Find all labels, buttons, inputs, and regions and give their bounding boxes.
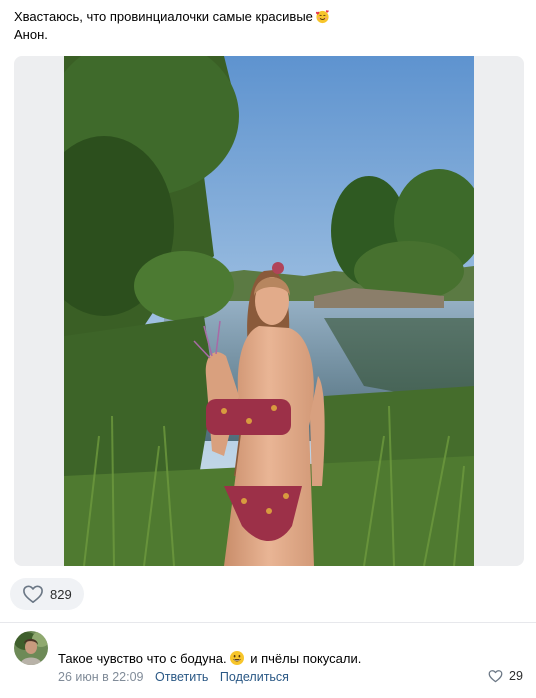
comment-share-link[interactable]: Поделиться: [220, 670, 289, 684]
post-photo[interactable]: [64, 56, 474, 566]
post-like-count: 829: [50, 586, 72, 602]
heart-outline-icon: [23, 585, 43, 603]
post-text-main: Хвастаюсь, что провинциалочки самые крас…: [14, 9, 313, 24]
avatar-image: [14, 631, 48, 665]
comment-like-button[interactable]: 29: [488, 669, 523, 683]
comment-date[interactable]: 26 июн в 22:09: [58, 670, 144, 684]
comment-text: Такое чувство что с бодуна. и пчёлы поку…: [58, 650, 361, 667]
post-text-line-2: Анон.: [14, 27, 48, 42]
grinning-face-icon: [229, 651, 244, 665]
comment-text-part1: Такое чувство что с бодуна.: [58, 651, 227, 666]
smiling-face-with-hearts-icon: [315, 10, 329, 24]
comment-text-part2: и пчёлы покусали.: [246, 651, 362, 666]
comment-author-avatar[interactable]: [14, 631, 48, 665]
post-like-button[interactable]: 829: [10, 578, 84, 610]
comment-meta: 26 июн в 22:09 Ответить Поделиться: [58, 669, 289, 685]
comment-reply-link[interactable]: Ответить: [155, 670, 208, 684]
heart-outline-icon: [488, 670, 503, 683]
post-photo-frame[interactable]: [14, 56, 524, 566]
post-text: Хвастаюсь, что провинциалочки самые крас…: [14, 8, 514, 44]
post-text-line-1: Хвастаюсь, что провинциалочки самые крас…: [14, 8, 514, 26]
comments-divider: [0, 622, 536, 623]
comment-like-count: 29: [509, 669, 523, 683]
